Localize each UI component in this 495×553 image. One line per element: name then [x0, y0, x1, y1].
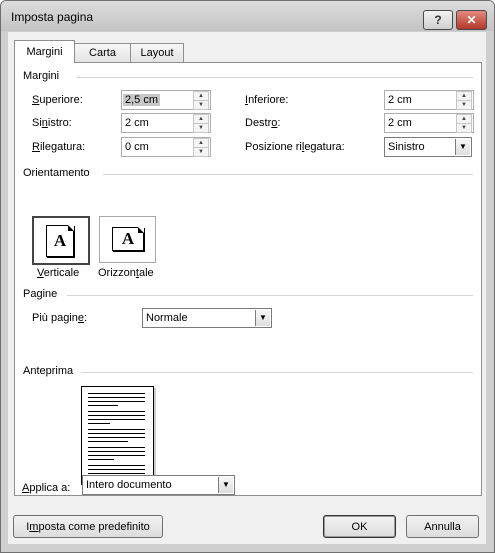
- orientation-portrait-button[interactable]: A: [32, 216, 90, 265]
- spin-down-icon[interactable]: ▼: [193, 123, 209, 133]
- spin-down-icon[interactable]: ▼: [193, 100, 209, 110]
- posizione-rilegatura-label: Posizione rilegatura:: [245, 141, 345, 153]
- tab-label: Margini: [26, 46, 63, 58]
- ok-label: OK: [351, 520, 368, 533]
- posizione-rilegatura-value: Sinistro: [388, 141, 425, 153]
- superiore-spinner[interactable]: 2,5 cm ▲ ▼: [121, 90, 211, 110]
- spin-down-icon[interactable]: ▼: [456, 100, 472, 110]
- rilegatura-value: 0 cm: [125, 141, 149, 153]
- set-default-button[interactable]: Im posta come predefinito: [13, 515, 163, 538]
- portrait-page-icon: A: [46, 225, 74, 257]
- chevron-down-icon[interactable]: ▼: [218, 477, 233, 493]
- section-divider: [81, 372, 473, 373]
- applica-value: Intero documento: [86, 479, 172, 491]
- piu-pagine-value: Normale: [146, 312, 188, 324]
- orientation-landscape-button[interactable]: A: [99, 216, 156, 263]
- posizione-rilegatura-select[interactable]: Sinistro ▼: [384, 137, 472, 157]
- superiore-value: 2,5 cm: [123, 94, 161, 106]
- rilegatura-label: Rilegatura:: [32, 141, 86, 153]
- applica-select[interactable]: Intero documento ▼: [82, 475, 235, 495]
- margini-panel: Margini Superiore: 2,5 cm ▲ ▼ Inferiore:…: [14, 62, 482, 496]
- section-divider: [103, 174, 473, 175]
- section-margini-heading: Margini: [23, 70, 60, 82]
- ok-button[interactable]: OK: [323, 515, 396, 538]
- spin-down-icon[interactable]: ▼: [456, 123, 472, 133]
- chevron-down-icon[interactable]: ▼: [255, 310, 270, 326]
- sinistro-spinner[interactable]: 2 cm ▲ ▼: [121, 113, 211, 133]
- cancel-label: Annulla: [424, 520, 461, 533]
- rilegatura-spinner[interactable]: 0 cm ▲ ▼: [121, 137, 211, 157]
- title-bar: Imposta pagina ? ✕: [1, 1, 494, 31]
- piu-pagine-select[interactable]: Normale ▼: [142, 308, 272, 328]
- section-anteprima-heading: Anteprima: [23, 365, 74, 377]
- destro-label: Destro:: [245, 117, 281, 129]
- tab-layout[interactable]: Layout: [130, 43, 184, 62]
- cancel-button[interactable]: Annulla: [406, 515, 479, 538]
- close-button[interactable]: ✕: [456, 10, 487, 30]
- section-orientamento-heading: Orientamento: [23, 167, 90, 179]
- section-divider: [67, 295, 473, 296]
- tab-label: Layout: [140, 47, 174, 59]
- spin-down-icon[interactable]: ▼: [193, 147, 209, 157]
- inferiore-spinner[interactable]: 2 cm ▲ ▼: [384, 90, 474, 110]
- sinistro-value: 2 cm: [125, 117, 149, 129]
- superiore-label: Superiore:: [32, 94, 83, 106]
- help-icon: ?: [434, 13, 442, 27]
- chevron-down-icon[interactable]: ▼: [455, 139, 470, 155]
- inferiore-value: 2 cm: [388, 94, 412, 106]
- destro-value: 2 cm: [388, 117, 412, 129]
- landscape-page-icon: A: [112, 227, 144, 251]
- section-pagine-heading: Pagine: [23, 288, 58, 300]
- page-preview: [81, 386, 154, 485]
- dialog-title: Imposta pagina: [11, 10, 94, 24]
- applica-label: Applica a:: [22, 482, 71, 494]
- section-divider: [77, 77, 473, 78]
- inferiore-label: Inferiore:: [245, 94, 289, 106]
- tab-margini[interactable]: Margini: [14, 40, 75, 63]
- page-setup-dialog: Imposta pagina ? ✕ Margini Carta Layout …: [0, 0, 495, 553]
- dialog-body: Margini Carta Layout Margini Superiore: …: [8, 32, 486, 544]
- sinistro-label: Sinistro:: [32, 117, 72, 129]
- tab-label: Carta: [89, 47, 116, 59]
- piu-pagine-label: Più pagine:: [32, 312, 88, 324]
- tab-carta[interactable]: Carta: [74, 43, 131, 62]
- close-icon: ✕: [466, 13, 477, 27]
- verticale-label: Verticale: [37, 267, 80, 279]
- orizzontale-label: Orizzontale: [98, 267, 154, 279]
- help-button[interactable]: ?: [423, 10, 453, 30]
- destro-spinner[interactable]: 2 cm ▲ ▼: [384, 113, 474, 133]
